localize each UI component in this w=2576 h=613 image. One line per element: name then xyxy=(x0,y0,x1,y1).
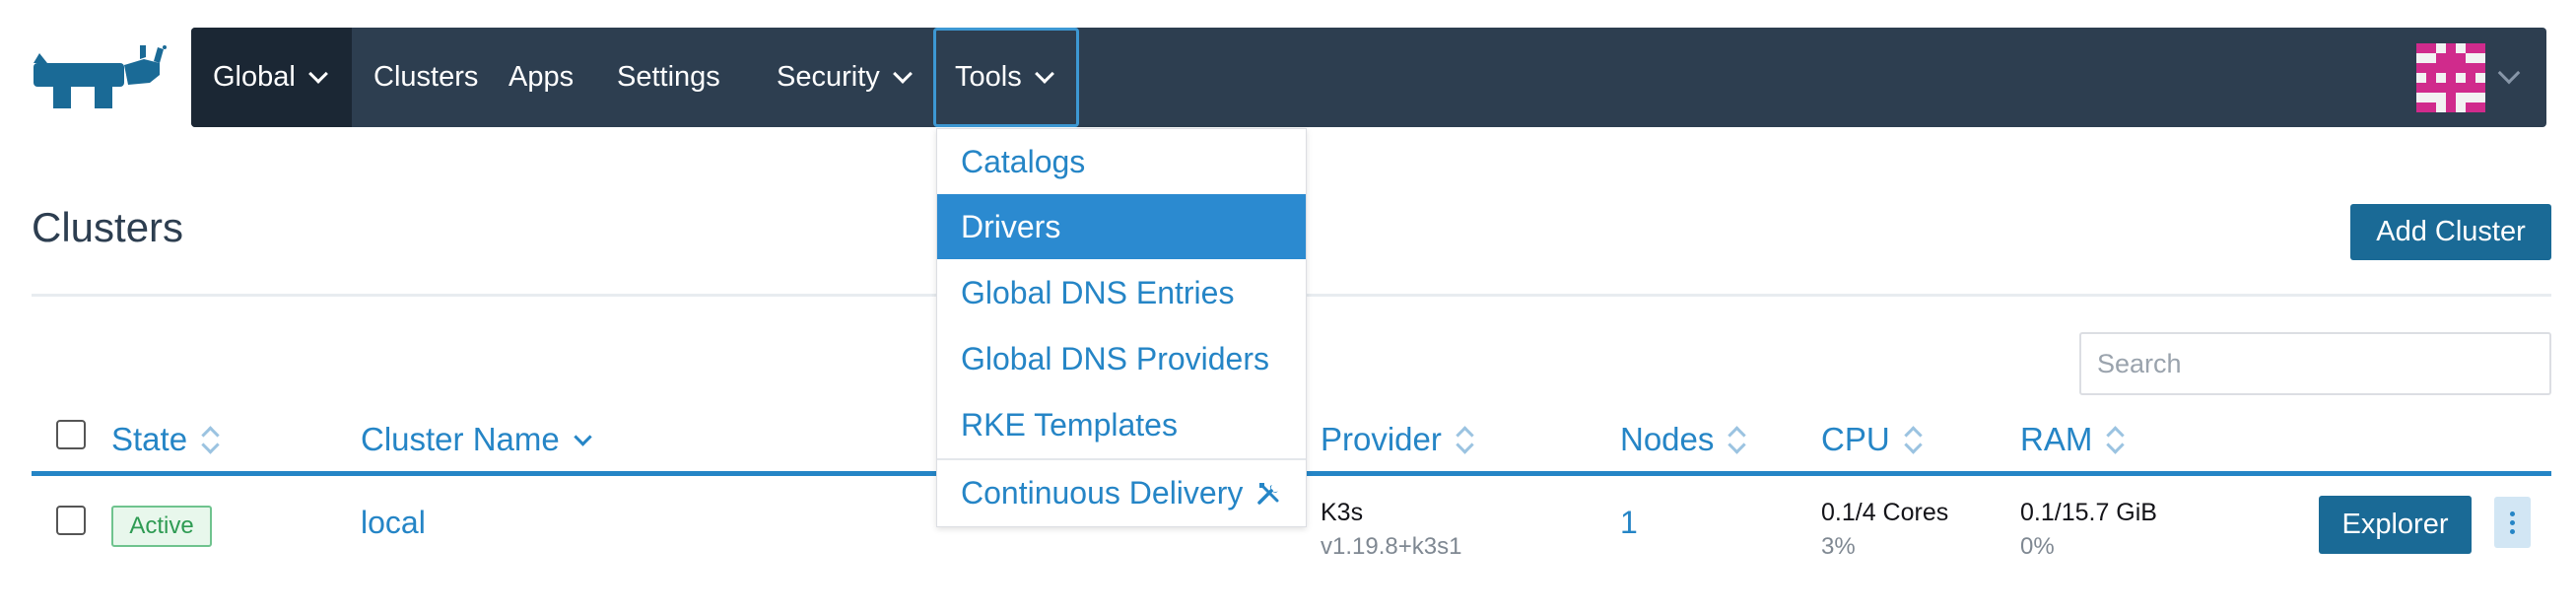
nav-clusters[interactable]: Clusters xyxy=(352,28,500,127)
menu-item-global-dns-providers[interactable]: Global DNS Providers xyxy=(937,326,1306,391)
nodes-count-link[interactable]: 1 xyxy=(1620,505,1638,541)
sort-icon xyxy=(1904,425,1922,454)
chevron-down-icon xyxy=(307,63,328,84)
nav-security-menu[interactable]: Security xyxy=(755,28,931,127)
sort-icon xyxy=(201,425,219,454)
search-input[interactable] xyxy=(2079,332,2551,395)
menu-item-rke-templates[interactable]: RKE Templates xyxy=(937,392,1306,457)
column-header-ram[interactable]: RAM xyxy=(2020,418,2124,461)
menu-item-catalogs[interactable]: Catalogs xyxy=(937,129,1306,194)
menu-item-continuous-delivery[interactable]: Continuous Delivery xyxy=(937,460,1306,525)
cpu-percent: 3% xyxy=(1821,533,1856,560)
provider-value: K3s xyxy=(1321,499,1364,526)
explorer-button[interactable]: Explorer xyxy=(2319,496,2472,554)
sort-icon xyxy=(2106,425,2124,454)
chevron-down-icon[interactable] xyxy=(2497,61,2521,85)
column-header-label: Provider xyxy=(1321,421,1442,457)
status-badge: Active xyxy=(111,506,212,547)
column-header-label: Nodes xyxy=(1620,421,1715,457)
nav-global-menu[interactable]: Global xyxy=(191,28,352,127)
row-checkbox[interactable] xyxy=(56,506,86,535)
sort-descending-icon xyxy=(574,425,591,454)
column-header-cpu[interactable]: CPU xyxy=(1821,418,1922,461)
column-header-label: Cluster Name xyxy=(361,421,560,457)
provider-version: v1.19.8+k3s1 xyxy=(1321,533,1462,560)
nav-settings[interactable]: Settings xyxy=(595,28,742,127)
rancher-cow-icon[interactable] xyxy=(30,43,168,110)
page-title: Clusters xyxy=(32,204,184,250)
nav-clusters-label: Clusters xyxy=(373,61,479,93)
nav-apps[interactable]: Apps xyxy=(487,28,595,127)
nav-settings-label: Settings xyxy=(617,61,720,93)
menu-item-drivers[interactable]: Drivers xyxy=(937,194,1306,259)
column-header-label: CPU xyxy=(1821,421,1890,457)
sort-icon xyxy=(1728,425,1745,454)
add-cluster-button[interactable]: Add Cluster xyxy=(2350,204,2551,260)
nav-security-label: Security xyxy=(777,61,880,93)
cpu-value: 0.1/4 Cores xyxy=(1821,499,1949,526)
tools-dropdown-menu: Catalogs Drivers Global DNS Entries Glob… xyxy=(936,128,1307,527)
sort-icon xyxy=(1456,425,1473,454)
cluster-name-link[interactable]: local xyxy=(361,505,426,541)
column-header-label: State xyxy=(111,421,188,457)
ram-percent: 0% xyxy=(2020,533,2055,560)
select-all-checkbox[interactable] xyxy=(56,420,86,449)
nav-global-label: Global xyxy=(213,61,296,93)
user-avatar-icon[interactable] xyxy=(2416,43,2485,112)
ram-value: 0.1/15.7 GiB xyxy=(2020,499,2157,526)
menu-item-global-dns-entries[interactable]: Global DNS Entries xyxy=(937,260,1306,325)
menu-item-label: Continuous Delivery xyxy=(961,474,1244,511)
nav-apps-label: Apps xyxy=(508,61,575,93)
chevron-down-icon xyxy=(892,63,913,84)
row-actions-kebab-icon[interactable] xyxy=(2494,497,2531,548)
column-header-state[interactable]: State xyxy=(111,418,219,461)
column-header-nodes[interactable]: Nodes xyxy=(1620,418,1745,461)
top-navbar: Global Clusters Apps Settings Security T… xyxy=(191,28,2546,127)
nav-tools-menu[interactable]: Tools xyxy=(933,28,1079,127)
nav-tools-label: Tools xyxy=(955,61,1022,93)
chevron-down-icon xyxy=(1034,63,1054,84)
column-header-label: RAM xyxy=(2020,421,2093,457)
column-header-cluster-name[interactable]: Cluster Name xyxy=(361,418,591,461)
tools-icon xyxy=(1257,483,1279,505)
column-header-provider[interactable]: Provider xyxy=(1321,418,1473,461)
